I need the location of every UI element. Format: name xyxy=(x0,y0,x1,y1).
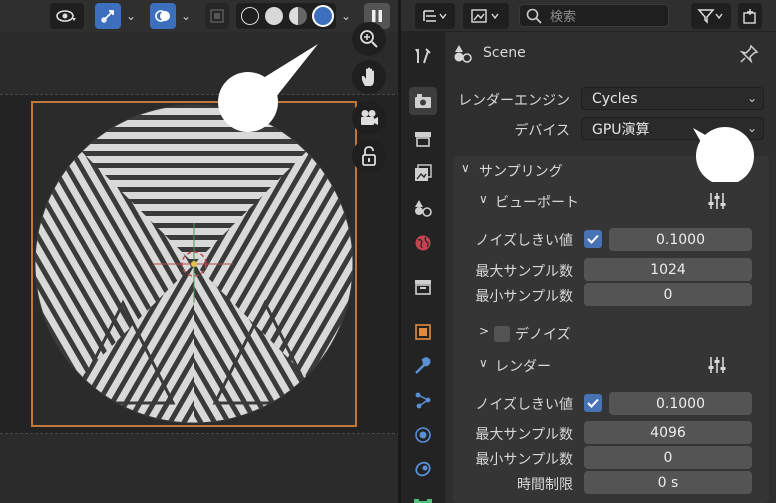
view-transform-icon[interactable] xyxy=(50,3,84,29)
properties-tabs xyxy=(401,32,445,503)
r-noise-threshold-field[interactable]: 0.1000 xyxy=(609,392,752,415)
scene-label: Scene xyxy=(483,45,526,61)
output-tab-icon[interactable] xyxy=(409,125,437,153)
properties-content: Scene レンダーエンジン Cycles ⌄ デバイス GPU演算 ⌄ ∨ サ… xyxy=(445,32,776,503)
time-limit-field[interactable]: 0 s xyxy=(584,471,752,494)
chevron-down-icon[interactable]: ∨ xyxy=(461,161,470,175)
pin-icon[interactable] xyxy=(739,44,759,64)
chevron-down-icon[interactable]: ∨ xyxy=(479,356,488,370)
3d-viewport[interactable]: ⌄ ⌄ ⌄ xyxy=(0,0,400,503)
device-label: デバイス xyxy=(514,123,570,139)
vp-noise-threshold-label: ノイズしきい値 xyxy=(475,233,573,249)
presets-icon[interactable] xyxy=(707,191,727,211)
presets-icon[interactable] xyxy=(707,355,727,375)
collection-tab-icon[interactable] xyxy=(409,273,437,301)
sampling-panel-title[interactable]: サンプリング xyxy=(479,161,563,181)
r-min-samples-field[interactable]: 0 xyxy=(584,446,752,469)
properties-editor: 検索 Scene レンダーエンジン Cycles ⌄ デバイス GPU演算 ⌄ … xyxy=(401,0,776,503)
world-tab-icon[interactable] xyxy=(409,229,437,257)
object-tab-icon[interactable] xyxy=(409,318,437,346)
chevron-right-icon[interactable]: > xyxy=(479,324,489,338)
modifier-tab-icon[interactable] xyxy=(409,352,437,380)
passepartout-top-line xyxy=(0,94,400,95)
constraints-tab-icon[interactable] xyxy=(409,455,437,483)
vp-max-samples-field[interactable]: 1024 xyxy=(584,258,752,281)
checkmark-icon xyxy=(587,234,599,244)
render-tab-icon[interactable] xyxy=(409,87,437,115)
render-subpanel-title[interactable]: レンダー xyxy=(495,356,551,376)
checkmark-icon xyxy=(587,398,599,408)
chevron-down-icon[interactable]: ∨ xyxy=(479,192,488,206)
camera-frame xyxy=(31,101,357,427)
search-icon xyxy=(526,8,542,24)
render-engine-value: Cycles xyxy=(592,90,638,107)
vp-noise-threshold-field[interactable]: 0.1000 xyxy=(609,228,752,251)
annotation-callout xyxy=(218,44,318,132)
scene-icon xyxy=(454,45,472,63)
xray-icon[interactable] xyxy=(205,3,229,29)
physics-tab-icon[interactable] xyxy=(409,421,437,449)
r-noise-threshold-label: ノイズしきい値 xyxy=(475,397,573,413)
scene-tab-icon[interactable] xyxy=(409,194,437,222)
r-max-samples-label: 最大サンプル数 xyxy=(475,427,573,443)
data-tab-icon[interactable] xyxy=(409,490,437,503)
overlay-dropdown-chevron[interactable]: ⌄ xyxy=(176,3,196,29)
pan-hand-icon[interactable] xyxy=(352,60,386,94)
vp-min-samples-field[interactable]: 0 xyxy=(584,283,752,306)
viewport-header: ⌄ ⌄ ⌄ xyxy=(0,0,400,32)
gizmo-dropdown-chevron[interactable]: ⌄ xyxy=(121,3,141,29)
denoise-label[interactable]: デノイズ xyxy=(515,324,571,344)
viewport-subpanel-title[interactable]: ビューポート xyxy=(495,192,579,212)
device-value: GPU演算 xyxy=(592,121,650,138)
r-min-samples-label: 最小サンプル数 xyxy=(475,452,573,468)
camera-view-icon[interactable] xyxy=(352,101,386,135)
tool-tab-icon[interactable] xyxy=(409,42,437,70)
search-input[interactable]: 検索 xyxy=(519,4,669,27)
r-max-samples-field[interactable]: 4096 xyxy=(584,421,752,444)
display-mode-icon[interactable] xyxy=(463,3,509,29)
filter-icon[interactable] xyxy=(691,3,731,29)
zoom-icon[interactable] xyxy=(352,22,386,56)
shading-dropdown-chevron[interactable]: ⌄ xyxy=(336,3,356,29)
new-window-icon[interactable] xyxy=(738,3,762,29)
time-limit-label: 時間制限 xyxy=(517,477,573,493)
view-layer-tab-icon[interactable] xyxy=(409,159,437,187)
wireframe-shading-icon[interactable] xyxy=(241,7,259,25)
render-engine-label: レンダーエンジン xyxy=(458,93,570,109)
passepartout-bottom-line xyxy=(0,433,400,434)
denoise-checkbox[interactable] xyxy=(494,326,510,342)
search-placeholder: 検索 xyxy=(550,10,577,25)
chevron-down-icon: ⌄ xyxy=(746,91,757,105)
properties-header: 検索 xyxy=(401,0,776,32)
shading-mode-group xyxy=(236,3,336,29)
lock-icon[interactable] xyxy=(352,139,386,173)
material-shading-icon[interactable] xyxy=(289,7,307,25)
gizmo-icon[interactable] xyxy=(95,3,121,29)
solid-shading-icon[interactable] xyxy=(265,7,283,25)
vp-noise-threshold-checkbox[interactable] xyxy=(584,230,602,248)
render-engine-dropdown[interactable]: Cycles ⌄ xyxy=(581,87,764,110)
r-noise-threshold-checkbox[interactable] xyxy=(584,394,602,412)
overlay-icon[interactable] xyxy=(150,3,176,29)
rendered-pattern xyxy=(34,104,354,424)
editor-type-icon[interactable] xyxy=(415,3,455,29)
annotation-callout xyxy=(693,127,754,182)
vp-max-samples-label: 最大サンプル数 xyxy=(475,264,573,280)
particles-tab-icon[interactable] xyxy=(409,386,437,414)
rendered-shading-icon[interactable] xyxy=(312,5,334,27)
vp-min-samples-label: 最小サンプル数 xyxy=(475,289,573,305)
